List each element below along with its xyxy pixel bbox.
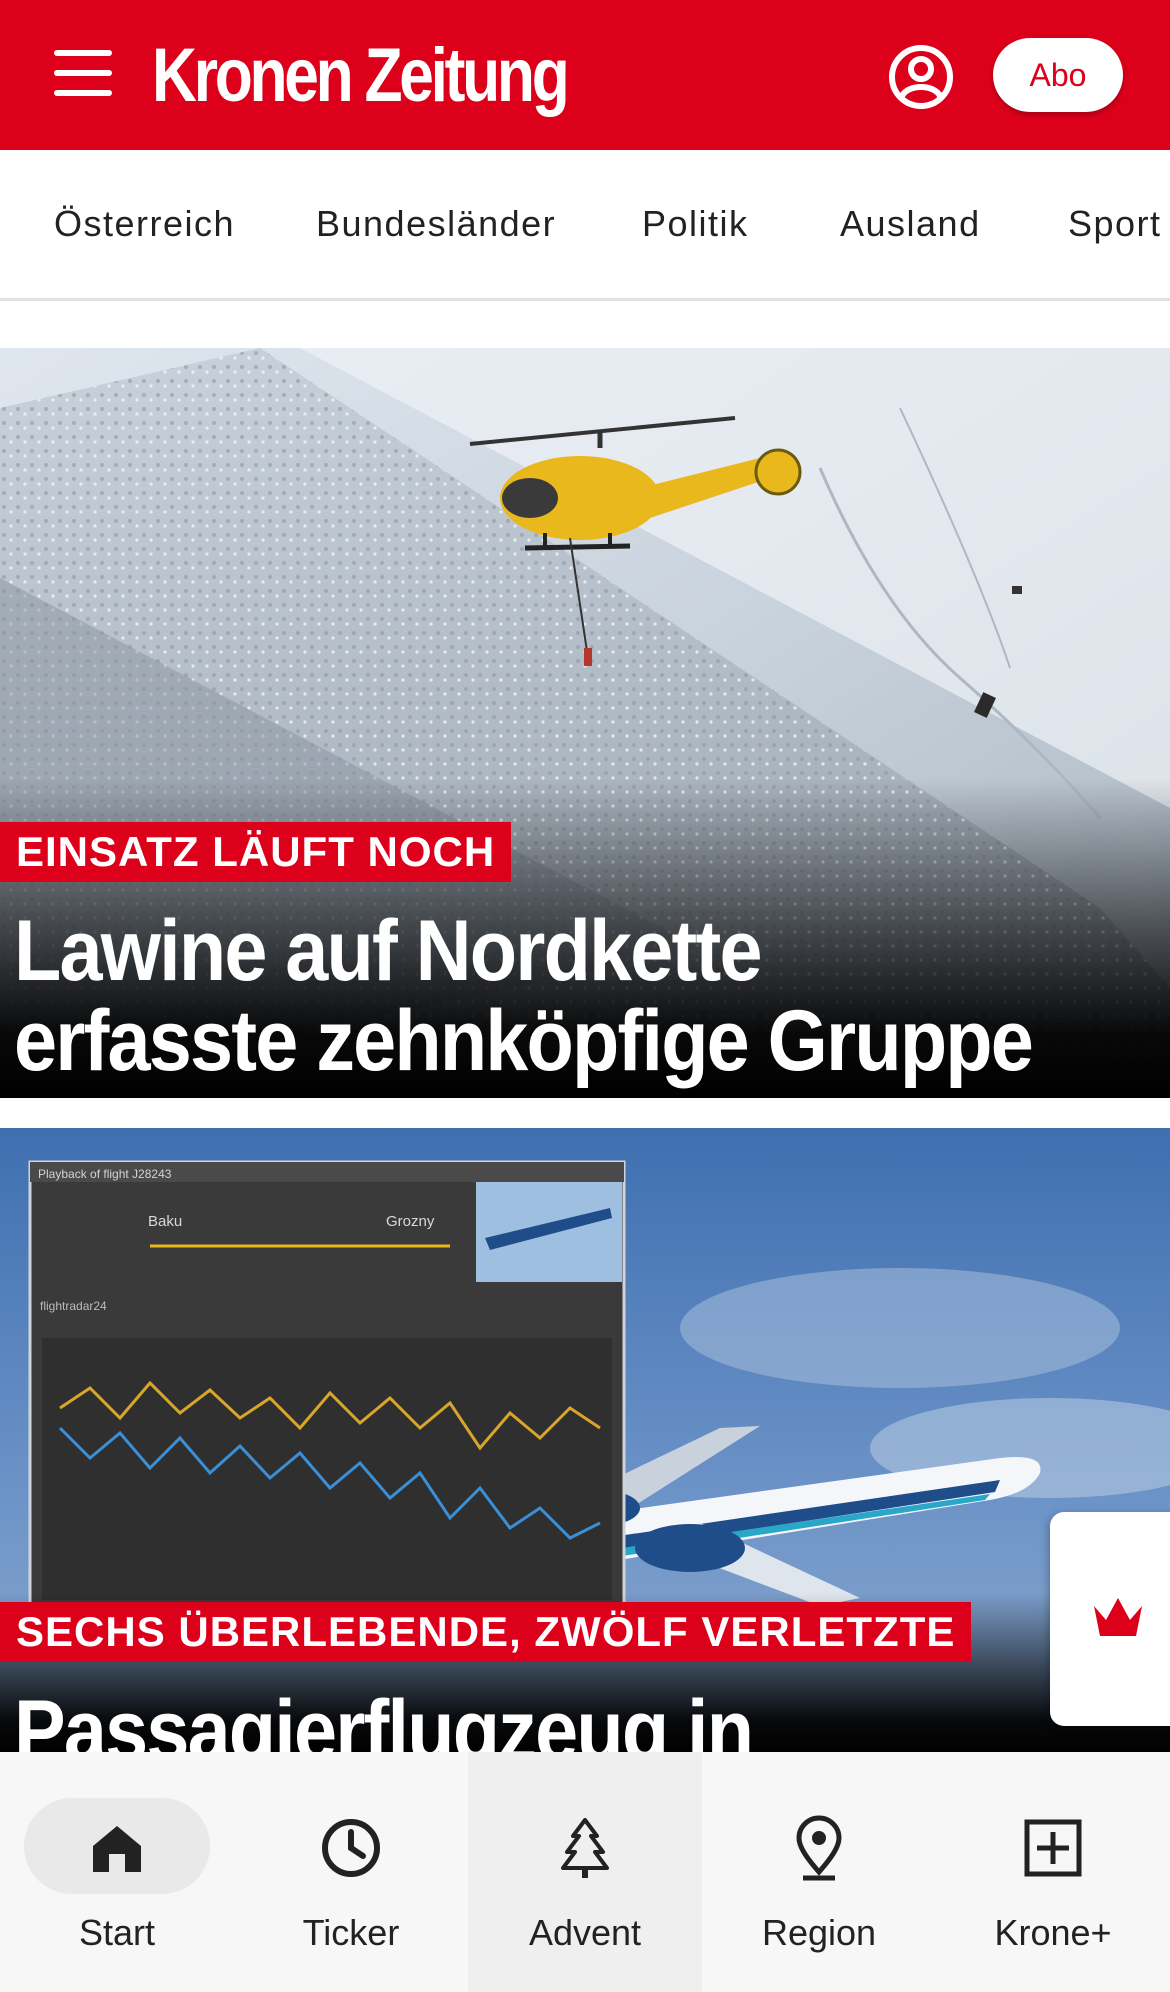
hamburger-line — [54, 50, 112, 56]
inset-brand: flightradar24 — [40, 1299, 107, 1313]
article-headline-line[interactable]: Lawine auf Nordkette — [14, 908, 763, 994]
inset-title: Playback of flight J28243 — [38, 1167, 172, 1181]
article-headline-line[interactable]: Passagierflugzeug in — [14, 1688, 754, 1753]
brand-logo[interactable]: Kronen Zeitung — [152, 36, 570, 116]
bottom-nav-label: Region — [761, 1912, 877, 1953]
bottom-nav-start[interactable]: Start — [0, 1752, 234, 1992]
menu-button[interactable] — [54, 50, 112, 96]
article-kicker: EINSATZ LÄUFT NOCH — [0, 822, 512, 882]
bottom-nav-ticker[interactable]: Ticker — [234, 1752, 468, 1992]
article-headline-line[interactable]: erfasste zehnköpfige Gruppe — [14, 998, 1034, 1084]
hamburger-line — [54, 90, 112, 96]
nav-item-oesterreich[interactable]: Österreich — [54, 150, 235, 298]
bottom-nav-label: Start — [78, 1912, 156, 1953]
user-icon — [889, 45, 953, 109]
krone-side-tab[interactable] — [1050, 1512, 1170, 1726]
flight-tracker-inset: Playback of flight J28243 Baku Grozny fl… — [28, 1160, 626, 1616]
subscribe-button[interactable]: Abo — [993, 38, 1123, 112]
nav-item-politik[interactable]: Politik — [642, 150, 749, 298]
bottom-nav-label: Ticker — [302, 1912, 400, 1953]
nav-item-sport[interactable]: Sport — [1068, 150, 1162, 298]
bottom-nav-region[interactable]: Region — [702, 1752, 936, 1992]
hamburger-line — [54, 70, 112, 76]
bottom-navigation: Start Ticker Advent Region Krone+ — [0, 1752, 1170, 1992]
crown-icon — [1094, 1598, 1142, 1636]
location-pin-icon — [796, 1815, 842, 1881]
bottom-nav-krone-plus[interactable]: Krone+ — [936, 1752, 1170, 1992]
app-header: Kronen Zeitung Abo — [0, 0, 1170, 150]
home-icon — [93, 1826, 141, 1872]
nav-item-bundeslaender[interactable]: Bundesländer — [316, 150, 556, 298]
account-button[interactable] — [888, 44, 954, 110]
article-card[interactable]: EINSATZ LÄUFT NOCH Lawine auf Nordkette … — [0, 348, 1170, 1098]
clock-icon — [322, 1819, 380, 1877]
bottom-nav-label: Advent — [528, 1912, 642, 1953]
inset-to: Grozny — [386, 1213, 435, 1230]
article-kicker: SECHS ÜBERLEBENDE, ZWÖLF VERLETZTE — [0, 1602, 972, 1662]
plus-square-icon — [1024, 1819, 1082, 1877]
inset-from: Baku — [148, 1213, 182, 1230]
bottom-nav-label: Krone+ — [994, 1912, 1112, 1953]
category-nav: Österreich Bundesländer Politik Ausland … — [0, 150, 1170, 301]
tree-icon — [561, 1818, 609, 1878]
bottom-nav-advent[interactable]: Advent — [468, 1752, 702, 1992]
nav-item-ausland[interactable]: Ausland — [840, 150, 981, 298]
article-card[interactable]: Playback of flight J28243 Baku Grozny fl… — [0, 1128, 1170, 1753]
